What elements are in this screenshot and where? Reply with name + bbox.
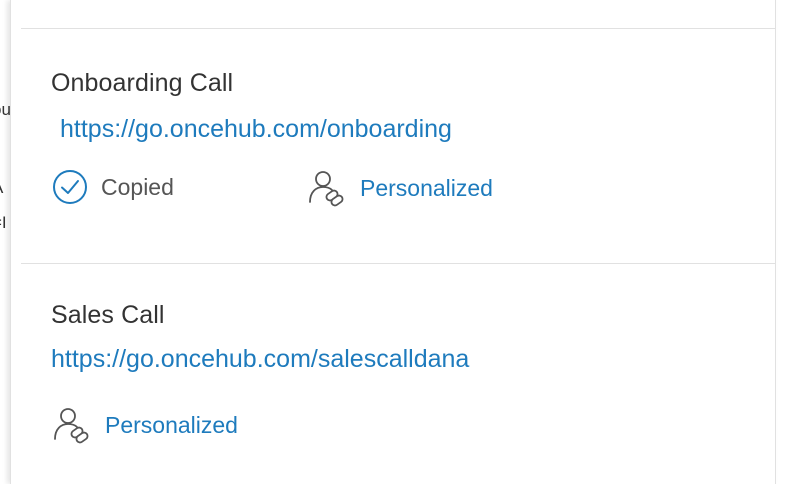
booking-link-card[interactable]: Sales Call https://go.oncehub.com/salesc… [21,264,775,484]
person-link-icon [306,168,346,208]
personalized-label: Personalized [360,174,493,201]
booking-url-link[interactable]: https://go.oncehub.com/salescalldana [51,345,469,374]
copied-status: Copied [51,168,174,206]
check-circle-icon [51,168,89,206]
background-text-fragment: A [0,178,3,198]
card-title: Sales Call [51,301,165,329]
booking-links-panel: Onboarding Call https://go.oncehub.com/o… [10,0,776,484]
personalized-link-button[interactable]: Personalized [306,168,493,208]
booking-url-link[interactable]: https://go.oncehub.com/onboarding [60,115,452,144]
personalized-link-button[interactable]: Personalized [51,405,238,445]
person-link-icon [51,405,91,445]
screen: ou A =I Onboarding Call https://go.onceh… [0,0,795,484]
background-text-fragment: =I [0,213,7,232]
personalized-label: Personalized [105,411,238,438]
copied-label: Copied [101,173,174,200]
booking-link-card[interactable]: Onboarding Call https://go.oncehub.com/o… [21,29,775,264]
card-title: Onboarding Call [51,69,234,97]
